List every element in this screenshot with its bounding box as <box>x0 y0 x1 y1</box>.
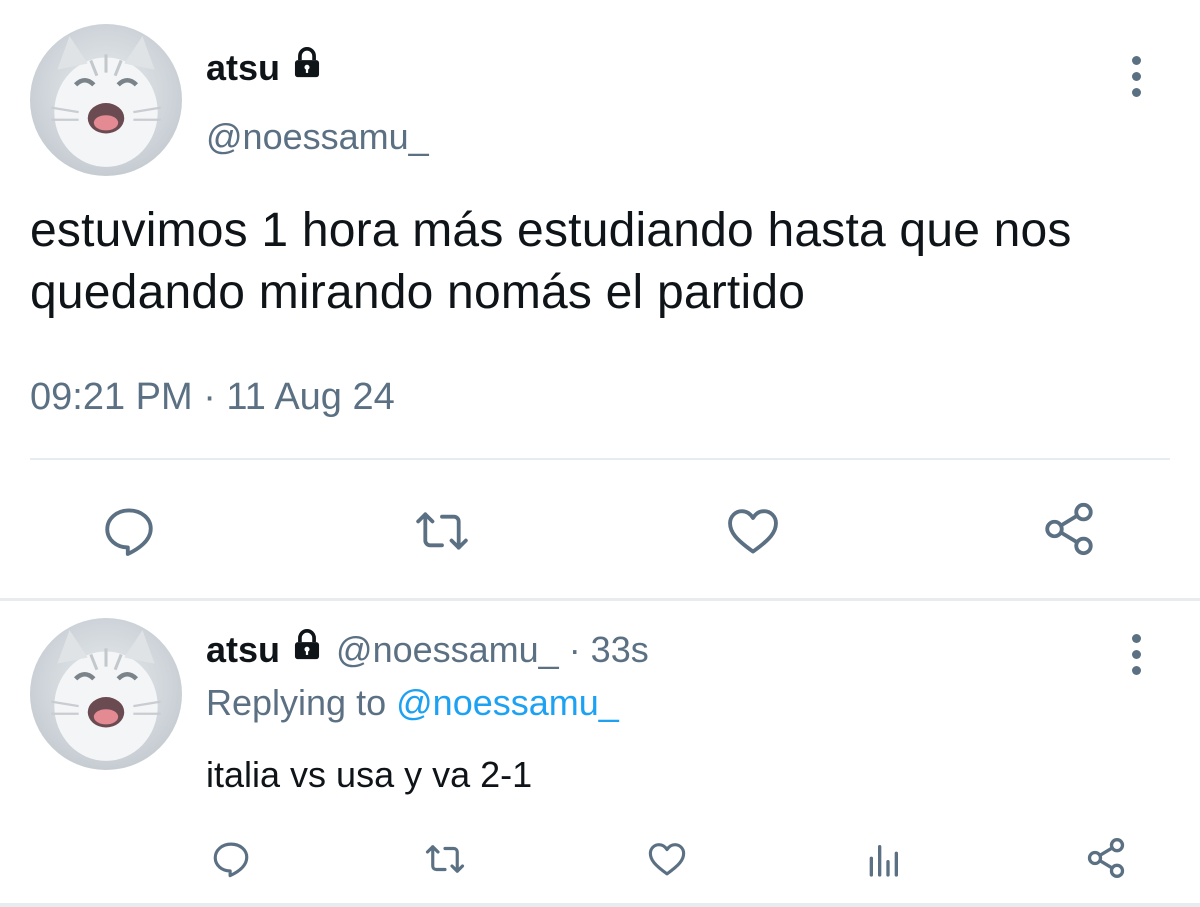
divider <box>30 458 1170 460</box>
main-tweet: atsu @noessamu_ estuvimos 1 hora más est… <box>0 0 1200 600</box>
tweet-text: italia vs usa y va 2-1 <box>206 754 533 795</box>
reply-icon[interactable] <box>100 502 158 560</box>
handle-and-time[interactable]: @noessamu_ · 33s <box>336 629 649 671</box>
retweet-icon[interactable] <box>422 838 468 880</box>
handle[interactable]: @noessamu_ <box>206 116 429 158</box>
replying-handle-link[interactable]: @noessamu_ <box>396 682 619 723</box>
avatar[interactable] <box>30 618 182 770</box>
cat-avatar-image <box>51 630 161 761</box>
lock-icon <box>290 46 324 89</box>
display-name[interactable]: atsu <box>206 629 280 671</box>
analytics-icon[interactable] <box>862 840 904 880</box>
more-options-icon[interactable] <box>1126 634 1146 675</box>
reply-header: atsu @noessamu_ · 33s <box>206 628 649 671</box>
display-name[interactable]: atsu <box>206 47 280 89</box>
like-icon[interactable] <box>724 502 782 560</box>
tweet-timestamp[interactable]: 09:21 PM · 11 Aug 24 <box>30 376 395 419</box>
retweet-icon[interactable] <box>411 502 473 560</box>
reply-icon[interactable] <box>210 838 252 880</box>
like-icon[interactable] <box>646 838 688 880</box>
lock-icon <box>290 628 324 671</box>
tweet-text: estuvimos 1 hora más estudiando hasta qu… <box>30 204 1072 319</box>
share-icon[interactable] <box>1040 500 1098 558</box>
tweet-separator <box>0 598 1200 601</box>
bottom-divider <box>0 903 1200 907</box>
avatar[interactable] <box>30 24 182 176</box>
replying-to: Replying to @noessamu_ <box>206 682 619 724</box>
cat-avatar-image <box>51 36 161 167</box>
replying-prefix: Replying to <box>206 682 387 723</box>
share-icon[interactable] <box>1084 836 1128 880</box>
more-options-icon[interactable] <box>1126 56 1146 97</box>
display-name-row[interactable]: atsu <box>206 46 324 89</box>
